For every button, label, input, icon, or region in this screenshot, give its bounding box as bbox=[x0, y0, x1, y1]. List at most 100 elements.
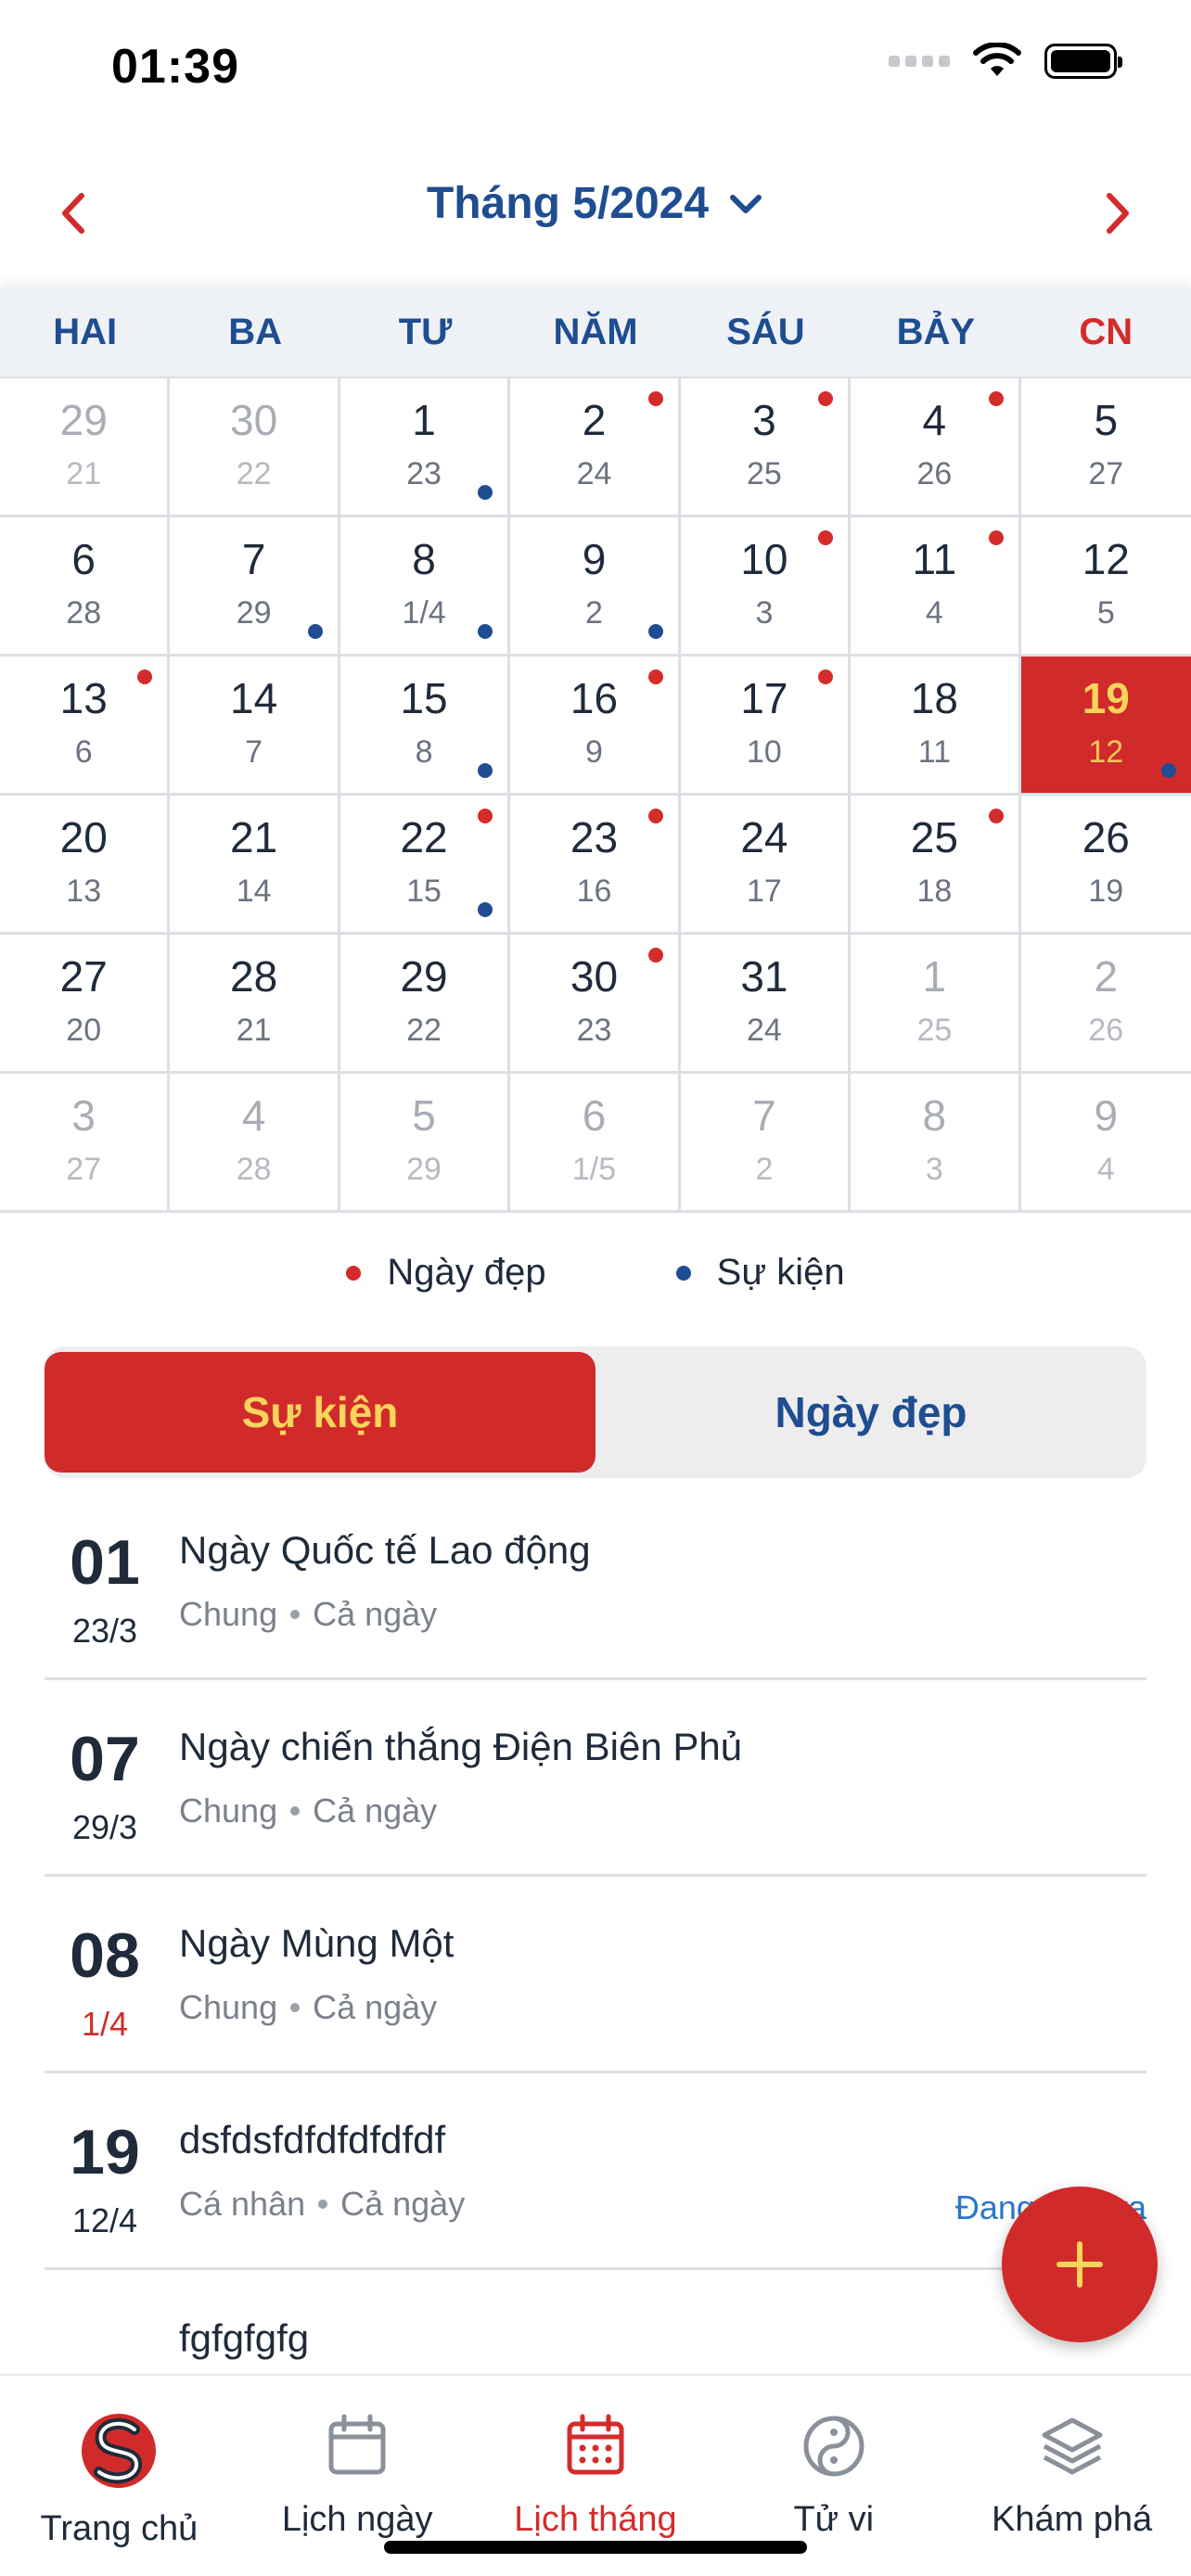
calendar-day-cell[interactable]: 2 24 bbox=[510, 378, 681, 517]
event-list: 01 23/3 Ngày Quốc tế Lao động Chung Cả n… bbox=[45, 1484, 1146, 2467]
lunar-date: 25 bbox=[747, 456, 782, 491]
event-category: Cá nhân bbox=[179, 2185, 306, 2223]
calendar-day-cell[interactable]: 20 13 bbox=[0, 796, 171, 935]
weekday-sat: BẢY bbox=[896, 311, 976, 352]
calendar-day-cell[interactable]: 18 11 bbox=[851, 657, 1021, 796]
solar-date: 5 bbox=[1094, 396, 1119, 444]
nav-month-calendar-label: Lịch tháng bbox=[514, 2500, 677, 2539]
month-selector[interactable]: Tháng 5/2024 bbox=[0, 178, 1191, 229]
event-dot-icon bbox=[647, 624, 663, 639]
calendar-day-cell[interactable]: 13 6 bbox=[0, 657, 171, 796]
nav-explore[interactable]: Khám phá bbox=[953, 2376, 1191, 2576]
calendar-day-cell[interactable]: 16 9 bbox=[510, 657, 681, 796]
calendar-day-cell[interactable]: 125 bbox=[1020, 517, 1191, 657]
calendar-day-cell[interactable]: 31 24 bbox=[680, 935, 852, 1074]
chevron-right-icon bbox=[1107, 193, 1129, 234]
lunar-date: 22 bbox=[236, 456, 272, 491]
status-time: 01:39 bbox=[111, 40, 239, 94]
solar-date: 9 bbox=[582, 535, 607, 583]
lunar-date: 27 bbox=[66, 1152, 102, 1187]
nav-home[interactable]: Trang chủ bbox=[0, 2376, 238, 2576]
calendar-day-cell[interactable]: 21 14 bbox=[170, 796, 340, 935]
calendar-day-cell[interactable]: 83 bbox=[851, 1074, 1021, 1213]
calendar-day-cell[interactable]: 125 bbox=[851, 935, 1021, 1074]
tab-good-days[interactable]: Ngày đẹp bbox=[596, 1346, 1146, 1478]
calendar-day-cell[interactable]: 6 1/5 bbox=[510, 1074, 681, 1213]
next-month-button[interactable] bbox=[1080, 176, 1154, 250]
calendar-day-cell[interactable]: 1 23 bbox=[339, 378, 511, 517]
event-item[interactable]: 01 23/3 Ngày Quốc tế Lao động Chung Cả n… bbox=[45, 1484, 1146, 1680]
calendar-day-cell[interactable]: 30 22 bbox=[170, 378, 340, 517]
lunar-date: 5 bbox=[1096, 595, 1115, 631]
solar-date: 8 bbox=[412, 535, 436, 583]
calendar-day-cell[interactable]: 6 28 bbox=[0, 517, 171, 657]
calendar-day-cell[interactable]: 11 4 bbox=[851, 517, 1021, 657]
lunar-date: 4 bbox=[1096, 1152, 1115, 1187]
event-title: fgfgfgfg bbox=[179, 2316, 310, 2360]
calendar-day-cell[interactable]: 8 1/4 bbox=[339, 517, 511, 657]
lunar-date: 28 bbox=[236, 1152, 272, 1187]
event-duration: Cả ngày bbox=[313, 1792, 438, 1830]
solar-date: 26 bbox=[1082, 813, 1130, 861]
lunar-date: 13 bbox=[66, 874, 102, 909]
solar-date: 18 bbox=[910, 674, 958, 722]
calendar-day-cell[interactable]: 7 29 bbox=[170, 517, 340, 657]
solar-date: 14 bbox=[230, 674, 278, 722]
calendar-day-cell[interactable]: 4 26 bbox=[851, 378, 1021, 517]
lunar-date: 19 bbox=[1088, 874, 1124, 909]
solar-date: 19 bbox=[1082, 674, 1130, 722]
calendar-day-cell[interactable]: 2 26 bbox=[1020, 935, 1191, 1074]
calendar-day-cell[interactable]: 17 10 bbox=[680, 657, 852, 796]
event-dot-icon bbox=[478, 624, 493, 639]
solar-date: 1 bbox=[922, 952, 947, 1001]
event-item[interactable]: 19 12/4 dsfdsfdfdfdfdfdf Cá nhân Cả ngày… bbox=[45, 2073, 1146, 2270]
calendar-day-cell[interactable]: 22 15 bbox=[339, 796, 511, 935]
calendar-day-cell[interactable]: 26 19 bbox=[1020, 796, 1191, 935]
good-day-dot-icon bbox=[647, 670, 663, 684]
calendar-day-cell[interactable]: 5 27 bbox=[1020, 378, 1191, 517]
calendar-day-cell-today[interactable]: 19 12 bbox=[1020, 657, 1191, 796]
calendar-day-cell[interactable]: 5 29 bbox=[339, 1074, 511, 1213]
calendar-day-cell[interactable]: 25 18 bbox=[851, 796, 1021, 935]
calendar-day-cell[interactable]: 3 25 bbox=[680, 378, 852, 517]
lunar-date: 29 bbox=[406, 1152, 442, 1187]
event-item[interactable]: 08 1/4 Ngày Mùng Một Chung Cả ngày bbox=[45, 1877, 1146, 2073]
event-dot-icon bbox=[1161, 763, 1176, 778]
calendar-day-cell[interactable]: 92 bbox=[510, 517, 681, 657]
calendar-day-cell[interactable]: 28 21 bbox=[170, 935, 340, 1074]
event-meta: Chung Cả ngày bbox=[179, 1595, 437, 1634]
calendar-day-cell[interactable]: 27 20 bbox=[0, 935, 171, 1074]
separator-dot bbox=[318, 2200, 328, 2209]
calendar-day-cell[interactable]: 3 27 bbox=[0, 1074, 171, 1213]
legend-good-day-label: Ngày đẹp bbox=[387, 1252, 546, 1293]
add-event-button[interactable] bbox=[1002, 2187, 1158, 2342]
good-day-dot-icon bbox=[988, 391, 1004, 406]
calendar-day-cell[interactable]: 72 bbox=[680, 1074, 852, 1213]
calendar-day-cell[interactable]: 10 3 bbox=[680, 517, 852, 657]
tab-events[interactable]: Sự kiện bbox=[45, 1352, 596, 1473]
calendar-day-cell[interactable]: 94 bbox=[1020, 1074, 1191, 1213]
event-day: 08 bbox=[70, 1920, 140, 1991]
separator-dot bbox=[290, 1806, 301, 1816]
calendar-day-cell[interactable]: 15 8 bbox=[339, 657, 511, 796]
event-dot-icon bbox=[478, 763, 493, 778]
event-dot-icon bbox=[478, 902, 493, 917]
event-meta: Chung Cả ngày bbox=[179, 1792, 437, 1830]
event-item[interactable]: 07 29/3 Ngày chiến thắng Điện Biên Phủ C… bbox=[45, 1680, 1146, 1877]
solar-date: 6 bbox=[71, 535, 96, 583]
solar-date: 24 bbox=[740, 813, 788, 861]
home-logo-icon bbox=[82, 2414, 157, 2488]
status-icons bbox=[889, 43, 1122, 80]
calendar-day-cell[interactable]: 29 21 bbox=[0, 378, 171, 517]
solar-date: 7 bbox=[241, 535, 266, 583]
calendar-day-cell[interactable]: 30 23 bbox=[510, 935, 681, 1074]
calendar-day-cell[interactable]: 4 28 bbox=[170, 1074, 340, 1213]
lunar-date: 23 bbox=[576, 1013, 612, 1048]
plus-icon bbox=[1057, 2241, 1103, 2288]
good-day-dot-icon bbox=[647, 948, 663, 963]
calendar-day-cell[interactable]: 29 22 bbox=[339, 935, 511, 1074]
calendar-day-cell[interactable]: 14 7 bbox=[170, 657, 340, 796]
calendar-day-cell[interactable]: 23 16 bbox=[510, 796, 681, 935]
calendar-day-cell[interactable]: 24 17 bbox=[680, 796, 852, 935]
lunar-date: 20 bbox=[66, 1013, 102, 1048]
